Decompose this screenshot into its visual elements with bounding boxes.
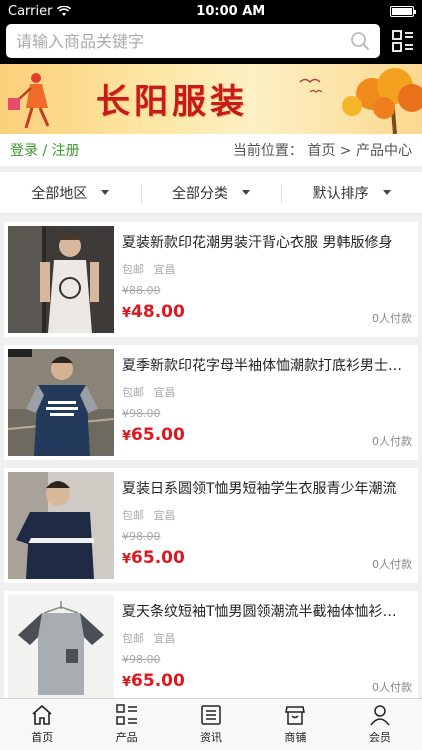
product-info: 夏装新款印花潮男装汗背心衣服 男韩版修身 包邮 宜昌 ¥88.00 ¥48.00… bbox=[114, 226, 412, 333]
filter-sort-label: 默认排序 bbox=[312, 185, 369, 202]
wifi-icon bbox=[57, 5, 72, 16]
shop-icon bbox=[285, 706, 306, 725]
product-info: 夏装日系圆领T恤男短袖学生衣服青少年潮流 包邮 宜昌 ¥98.00 ¥65.00… bbox=[114, 472, 412, 579]
paid-count: 0人付款 bbox=[372, 435, 412, 448]
currency-symbol: ¥ bbox=[122, 306, 132, 321]
product-info: 夏季新款印花字母半袖体恤潮款打底衫男士韩版 包邮 宜昌 ¥98.00 ¥65.0… bbox=[114, 349, 412, 456]
tab-member-label: 会员 bbox=[368, 731, 391, 744]
tab-news-label: 资讯 bbox=[200, 731, 223, 744]
bottom-tab-bar: 首页 产品 资讯 商铺 会员 bbox=[0, 698, 422, 750]
paid-count: 0人付款 bbox=[372, 681, 412, 694]
product-location: 宜昌 bbox=[153, 263, 176, 276]
product-name[interactable]: 夏装日系圆领T恤男短袖学生衣服青少年潮流 bbox=[122, 478, 406, 498]
original-price: ¥88.00 bbox=[122, 284, 161, 297]
clock: 10:00 AM bbox=[196, 3, 266, 19]
original-price: ¥98.00 bbox=[122, 407, 161, 420]
search-input[interactable] bbox=[16, 31, 316, 51]
shipping-tag: 包邮 bbox=[122, 263, 144, 276]
filter-category[interactable]: 全部分类 bbox=[140, 183, 282, 203]
product-name[interactable]: 夏季新款印花字母半袖体恤潮款打底衫男士韩版 bbox=[122, 355, 406, 375]
sale-price: ¥65.00 bbox=[122, 425, 185, 445]
filter-sort[interactable]: 默认排序 bbox=[281, 183, 422, 203]
filter-category-label: 全部分类 bbox=[172, 185, 228, 202]
product-info: 夏天条纹短袖T恤男圆领潮流半截袖体恤衫休闲 包邮 宜昌 ¥98.00 ¥65.0… bbox=[114, 595, 412, 702]
filter-region[interactable]: 全部地区 bbox=[0, 183, 141, 203]
product-item[interactable]: 夏装日系圆领T恤男短袖学生衣服青少年潮流 包邮 宜昌 ¥98.00 ¥65.00… bbox=[4, 468, 418, 583]
battery-icon bbox=[390, 5, 416, 17]
product-meta: 包邮 宜昌 bbox=[122, 261, 412, 277]
product-image[interactable] bbox=[8, 226, 114, 333]
price-value: 65.00 bbox=[131, 548, 185, 568]
currency-symbol: ¥ bbox=[122, 429, 132, 444]
status-bar: Carrier 10:00 AM bbox=[0, 0, 422, 22]
product-location: 宜昌 bbox=[153, 386, 176, 399]
product-location: 宜昌 bbox=[153, 632, 176, 645]
tab-shop-label: 商铺 bbox=[284, 731, 307, 744]
filter-bar: 全部地区 全部分类 默认排序 bbox=[0, 172, 422, 214]
location-bar: 登录 / 注册 当前位置： 首页 > 产品中心 bbox=[0, 134, 422, 166]
tab-home[interactable]: 首页 bbox=[0, 699, 84, 750]
price-value: 65.00 bbox=[131, 425, 185, 445]
tab-news[interactable]: 资讯 bbox=[169, 699, 253, 750]
caret-down-icon bbox=[101, 190, 110, 195]
search-box[interactable] bbox=[6, 24, 380, 58]
product-item[interactable]: 夏季新款印花字母半袖体恤潮款打底衫男士韩版 包邮 宜昌 ¥98.00 ¥65.0… bbox=[4, 345, 418, 460]
breadcrumb: 当前位置： 首页 > 产品中心 bbox=[232, 143, 412, 159]
currency-symbol: ¥ bbox=[122, 552, 132, 567]
shipping-tag: 包邮 bbox=[122, 632, 144, 645]
product-name[interactable]: 夏装新款印花潮男装汗背心衣服 男韩版修身 bbox=[122, 232, 406, 252]
shipping-tag: 包邮 bbox=[122, 509, 144, 522]
price-value: 48.00 bbox=[131, 302, 185, 322]
product-item[interactable]: 夏装新款印花潮男装汗背心衣服 男韩版修身 包邮 宜昌 ¥88.00 ¥48.00… bbox=[4, 222, 418, 337]
sale-price: ¥65.00 bbox=[122, 671, 185, 691]
product-meta: 包邮 宜昌 bbox=[122, 384, 412, 400]
product-image[interactable] bbox=[8, 349, 114, 456]
paid-count: 0人付款 bbox=[372, 558, 412, 571]
original-price: ¥98.00 bbox=[122, 653, 161, 666]
login-register-link[interactable]: 登录 / 注册 bbox=[10, 140, 80, 160]
banner[interactable]: 长阳服装 bbox=[0, 64, 422, 134]
paid-count: 0人付款 bbox=[372, 312, 412, 325]
home-icon bbox=[32, 704, 52, 725]
news-icon bbox=[201, 705, 221, 725]
product-location: 宜昌 bbox=[153, 509, 176, 522]
currency-symbol: ¥ bbox=[122, 675, 132, 690]
product-image[interactable] bbox=[8, 595, 114, 702]
carrier-info: Carrier bbox=[8, 3, 72, 19]
category-menu-icon[interactable] bbox=[390, 28, 416, 54]
product-list: 夏装新款印花潮男装汗背心衣服 男韩版修身 包邮 宜昌 ¥88.00 ¥48.00… bbox=[0, 222, 422, 706]
tab-shop[interactable]: 商铺 bbox=[253, 699, 337, 750]
price-value: 65.00 bbox=[131, 671, 185, 691]
product-meta: 包邮 宜昌 bbox=[122, 507, 412, 523]
product-image[interactable] bbox=[8, 472, 114, 579]
tab-member[interactable]: 会员 bbox=[338, 699, 422, 750]
caret-down-icon bbox=[382, 190, 391, 195]
top-bar bbox=[0, 22, 422, 64]
grid-list-icon bbox=[115, 704, 137, 725]
banner-title: 长阳服装 bbox=[96, 82, 248, 122]
carrier-label: Carrier bbox=[8, 3, 53, 19]
tab-products[interactable]: 产品 bbox=[84, 699, 168, 750]
shipping-tag: 包邮 bbox=[122, 386, 144, 399]
search-icon[interactable] bbox=[350, 31, 370, 51]
tab-products-label: 产品 bbox=[115, 731, 138, 744]
caret-down-icon bbox=[242, 190, 250, 195]
filter-region-label: 全部地区 bbox=[31, 185, 88, 202]
product-meta: 包邮 宜昌 bbox=[122, 630, 412, 646]
tab-home-label: 首页 bbox=[31, 731, 54, 744]
sale-price: ¥48.00 bbox=[122, 302, 185, 322]
product-item[interactable]: 夏天条纹短袖T恤男圆领潮流半截袖体恤衫休闲 包邮 宜昌 ¥98.00 ¥65.0… bbox=[4, 591, 418, 706]
sale-price: ¥65.00 bbox=[122, 548, 185, 568]
user-icon bbox=[370, 705, 390, 726]
original-price: ¥98.00 bbox=[122, 530, 161, 543]
product-name[interactable]: 夏天条纹短袖T恤男圆领潮流半截袖体恤衫休闲 bbox=[122, 601, 406, 621]
